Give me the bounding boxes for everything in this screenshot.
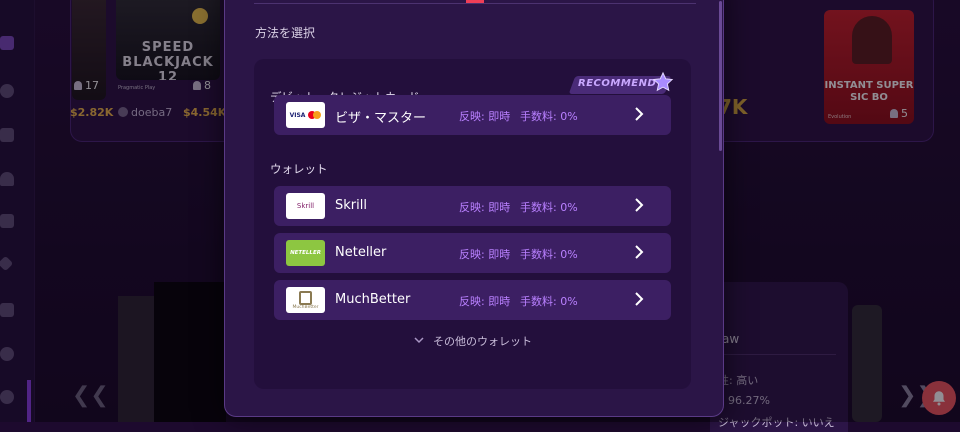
method-row-skrill[interactable]: Skrill Skrill 反映: 即時 手数料: 0%: [274, 186, 671, 226]
payment-method-modal: 方法を選択 デビット・クレジットカード RECOMMEND VISA ビザ・マス…: [224, 0, 724, 417]
method-name: MuchBetter: [335, 292, 411, 307]
mastercard-circle-orange: [313, 111, 322, 119]
muchbetter-mark-icon: [299, 290, 312, 305]
method-reflect: 反映: 即時: [459, 201, 511, 214]
method-fee: 手数料: 0%: [520, 110, 578, 123]
more-wallets-toggle[interactable]: その他のウォレット: [254, 333, 691, 349]
category-wallet-label: ウォレット: [270, 162, 328, 176]
section-title: 方法を選択: [255, 26, 316, 40]
neteller-logo: NETELLER: [286, 240, 325, 266]
more-wallets-label: その他のウォレット: [433, 335, 532, 348]
muchbetter-logo: MuchBetter: [286, 287, 325, 313]
star-icon: [652, 71, 674, 92]
visa-logo-text: VISA: [289, 111, 306, 119]
method-name: Skrill: [335, 198, 367, 213]
recommend-label: RECOMMEND: [578, 78, 657, 89]
method-fee: 手数料: 0%: [520, 201, 578, 214]
methods-container: デビット・クレジットカード RECOMMEND VISA ビザ・マスター 反映:…: [254, 59, 691, 389]
chevron-right-icon: [635, 198, 644, 212]
skrill-logo: Skrill: [286, 193, 325, 219]
method-reflect: 反映: 即時: [459, 110, 511, 123]
modal-top-divider: [254, 3, 696, 4]
chevron-right-icon: [635, 292, 644, 306]
chevron-right-icon: [635, 245, 644, 259]
chevron-right-icon: [635, 107, 644, 121]
method-reflect: 反映: 即時: [459, 248, 511, 261]
method-fee: 手数料: 0%: [520, 295, 578, 308]
method-name: ビザ・マスター: [335, 111, 427, 126]
method-row-visa-master[interactable]: VISA ビザ・マスター 反映: 即時 手数料: 0%: [274, 95, 671, 135]
method-row-neteller[interactable]: NETELLER Neteller 反映: 即時 手数料: 0%: [274, 233, 671, 273]
method-reflect: 反映: 即時: [459, 295, 511, 308]
skrill-logo-text: Skrill: [296, 202, 315, 210]
method-row-muchbetter[interactable]: MuchBetter MuchBetter 反映: 即時 手数料: 0%: [274, 280, 671, 320]
modal-scrollbar[interactable]: [719, 1, 722, 151]
method-fee: 手数料: 0%: [520, 248, 578, 261]
muchbetter-logo-text: MuchBetter: [292, 304, 319, 310]
chevron-down-icon: [414, 337, 424, 344]
neteller-logo-text: NETELLER: [290, 250, 321, 256]
modal-top-marker: [466, 0, 484, 3]
visa-mastercard-logo: VISA: [286, 102, 325, 128]
method-name: Neteller: [335, 245, 387, 260]
